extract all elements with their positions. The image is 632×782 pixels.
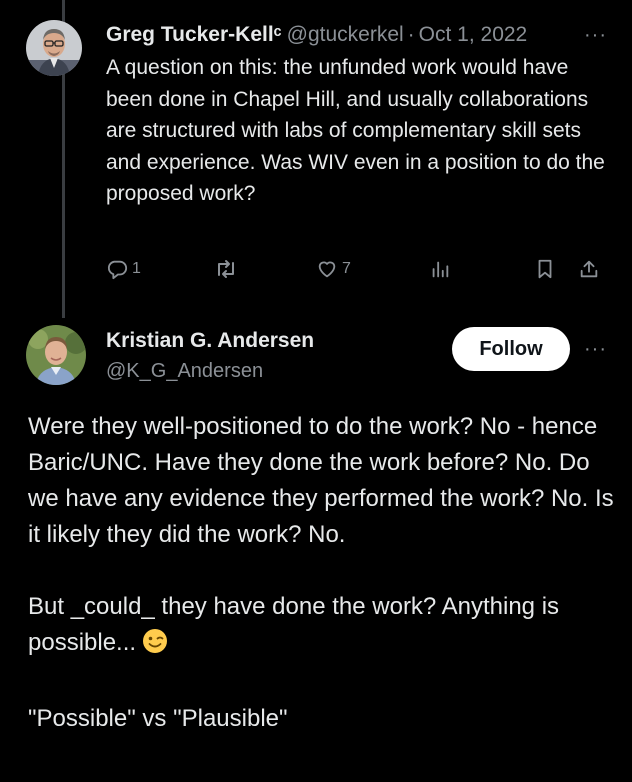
- views-button[interactable]: [429, 258, 451, 280]
- author-handle[interactable]: @K_G_Andersen: [106, 356, 314, 386]
- winking-face-emoji: [142, 628, 168, 665]
- heart-icon: [316, 258, 338, 280]
- author-handle[interactable]: @gtuckerkel: [287, 20, 404, 50]
- views-icon: [429, 258, 451, 280]
- bookmark-button[interactable]: [534, 258, 556, 280]
- tweet-date[interactable]: Oct 1, 2022: [419, 20, 528, 50]
- tweet-paragraph: But _could_ they have done the work? Any…: [28, 593, 560, 656]
- reply-icon: [106, 258, 128, 280]
- tweet-paragraph: "Possible" vs "Plausible": [28, 705, 288, 732]
- main-tweet-text: Were they well-positioned to do the work…: [28, 409, 618, 737]
- retweet-button[interactable]: [214, 258, 238, 280]
- follow-button[interactable]: Follow: [452, 327, 570, 371]
- tweet-header: Greg Tucker-Kellᶜ @gtuckerkel · Oct 1, 2…: [106, 20, 616, 50]
- author-name[interactable]: Greg Tucker-Kellᶜ: [106, 20, 282, 50]
- reply-button[interactable]: 1: [106, 258, 141, 280]
- like-count: 7: [342, 260, 351, 277]
- like-button[interactable]: 7: [316, 258, 351, 280]
- reply-count: 1: [132, 260, 141, 277]
- tweet-actions-bar: 1 7: [106, 258, 616, 290]
- author-name[interactable]: Kristian G. Andersen: [106, 326, 314, 356]
- retweet-icon: [214, 258, 238, 280]
- more-options-icon[interactable]: ···: [584, 338, 607, 361]
- share-button[interactable]: [578, 258, 600, 280]
- tweet-text: A question on this: the unfunded work wo…: [106, 56, 605, 205]
- avatar[interactable]: [26, 20, 82, 76]
- bookmark-icon: [534, 258, 556, 280]
- separator-dot: ·: [407, 23, 415, 46]
- share-icon: [578, 258, 600, 280]
- reply-tweet: Greg Tucker-Kellᶜ @gtuckerkel · Oct 1, 2…: [106, 20, 616, 210]
- more-options-icon[interactable]: ···: [584, 24, 607, 47]
- avatar[interactable]: [26, 325, 86, 385]
- tweet-paragraph: Were they well-positioned to do the work…: [28, 413, 614, 548]
- main-tweet-header: Kristian G. Andersen @K_G_Andersen: [106, 326, 314, 386]
- tweet-paragraph-with-emoji: But _could_ they have done the work? Any…: [28, 589, 618, 665]
